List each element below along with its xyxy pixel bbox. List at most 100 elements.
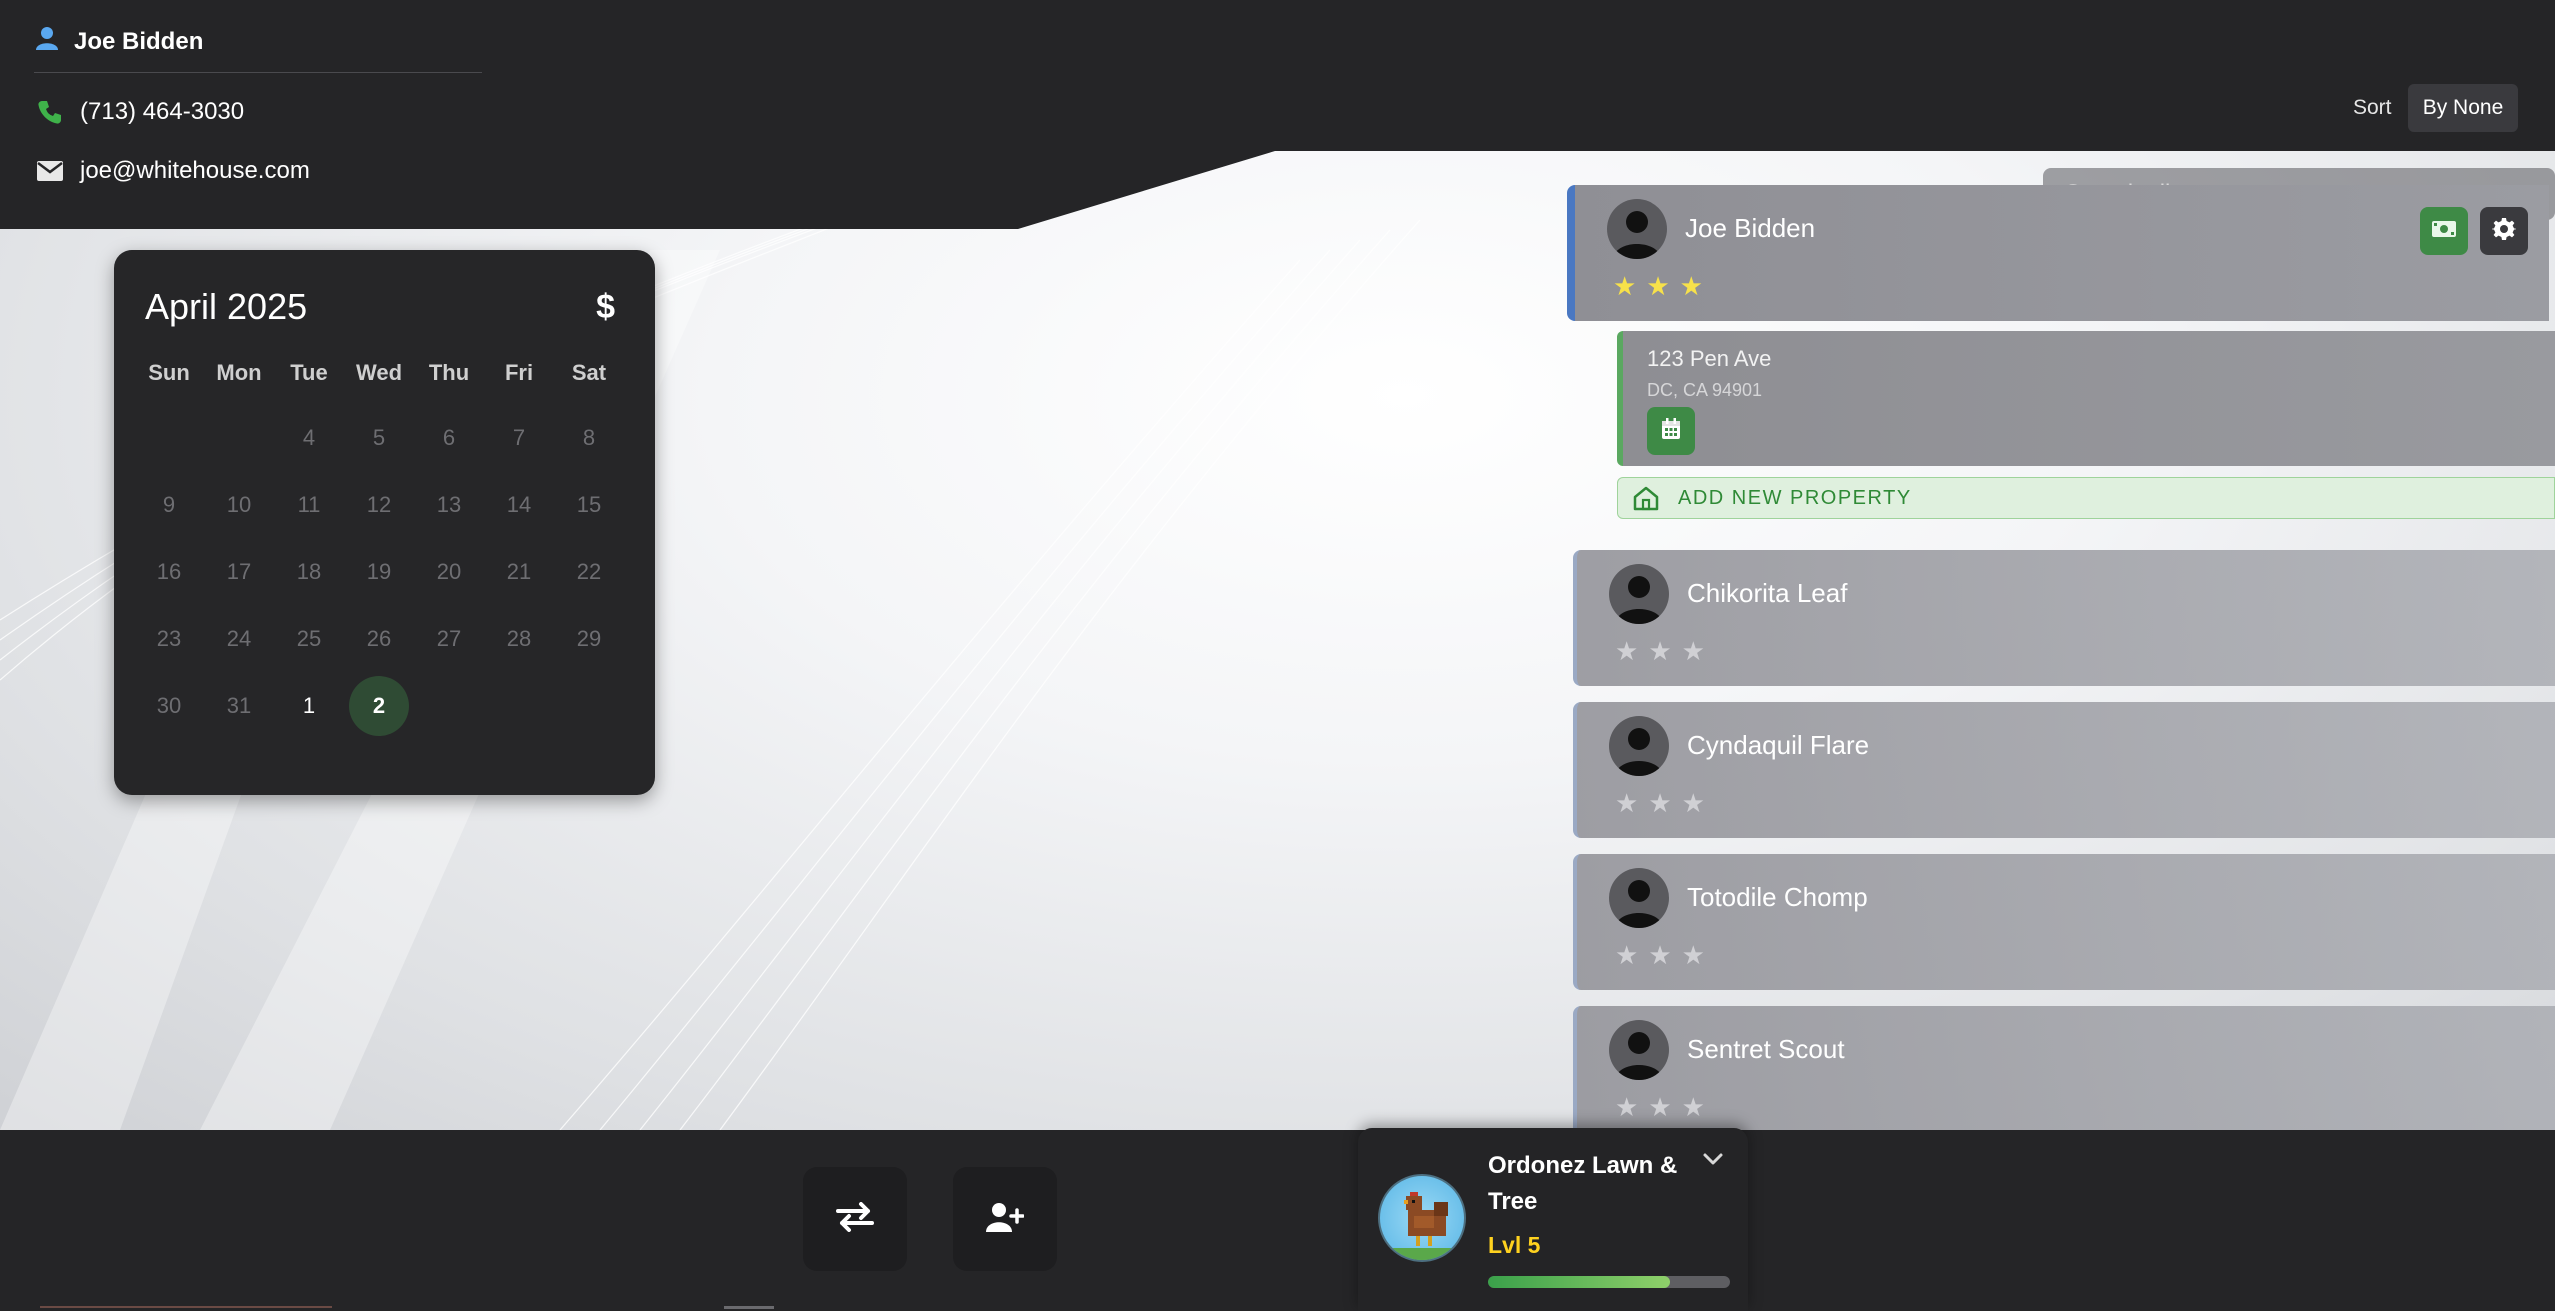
chevron-down-icon[interactable]	[1702, 1152, 1724, 1171]
sort-button[interactable]: By None	[2408, 84, 2518, 132]
calendar-day[interactable]: 23	[134, 609, 204, 669]
calendar-day[interactable]: 19	[344, 542, 414, 602]
header-client-name: Joe Bidden	[74, 27, 204, 55]
calendar-day[interactable]: 2	[344, 676, 414, 736]
company-name: Ordonez Lawn & Tree	[1488, 1152, 1678, 1215]
avatar	[1607, 199, 1667, 259]
star-icon[interactable]: ★	[1646, 271, 1669, 302]
calendar-day[interactable]: 25	[274, 609, 344, 669]
header-email[interactable]: joe@whitehouse.com	[80, 157, 310, 185]
calendar-day[interactable]: 17	[204, 542, 274, 602]
header-phone-row[interactable]: (713) 464-3030	[36, 98, 244, 126]
star-icon[interactable]: ★	[1648, 1092, 1671, 1123]
calendar-day[interactable]: 28	[484, 609, 554, 669]
star-icon[interactable]: ★	[1615, 788, 1638, 819]
client-card[interactable]: Totodile Chomp ★ ★ ★	[1573, 854, 2555, 990]
company-panel[interactable]: Ordonez Lawn & Tree Lvl 5	[1358, 1128, 1748, 1311]
client-card[interactable]: Joe Bidden ★ ★ ★	[1567, 185, 2549, 321]
client-name: Cyndaquil Flare	[1687, 730, 1870, 760]
calendar-currency-toggle[interactable]: $	[596, 288, 615, 327]
star-icon[interactable]: ★	[1615, 636, 1638, 667]
client-card[interactable]: Cyndaquil Flare ★ ★ ★	[1573, 702, 2555, 838]
calendar-day[interactable]: 15	[554, 475, 624, 535]
calendar-week-row: 30 31 1 2	[114, 676, 655, 736]
star-icon[interactable]: ★	[1648, 788, 1671, 819]
rating-stars[interactable]: ★ ★ ★	[1613, 271, 1703, 302]
calendar-day[interactable]: 14	[484, 475, 554, 535]
calendar-today-marker[interactable]: 2	[349, 676, 409, 736]
weekday-label: Sun	[148, 360, 190, 385]
sort-label: Sort	[2353, 96, 2392, 119]
star-icon[interactable]: ★	[1682, 788, 1705, 819]
calendar-day[interactable]: 26	[344, 609, 414, 669]
star-icon[interactable]: ★	[1682, 940, 1705, 971]
calendar-day[interactable]: 16	[134, 542, 204, 602]
calendar-day[interactable]: 7	[484, 408, 554, 468]
calendar-day[interactable]: 30	[134, 676, 204, 736]
client-card[interactable]: Chikorita Leaf ★ ★ ★	[1573, 550, 2555, 686]
company-level: Lvl 5	[1488, 1232, 1541, 1258]
calendar-day[interactable]: 1	[274, 676, 344, 736]
calendar-day[interactable]: 27	[414, 609, 484, 669]
header-phone[interactable]: (713) 464-3030	[80, 98, 244, 126]
avatar	[1609, 868, 1669, 928]
swap-icon	[836, 1201, 874, 1237]
client-name: Totodile Chomp	[1687, 882, 1868, 912]
client-card[interactable]: Sentret Scout ★ ★ ★	[1573, 1006, 2555, 1142]
rating-stars[interactable]: ★ ★ ★	[1615, 1092, 1705, 1123]
schedule-property-button[interactable]	[1647, 407, 1695, 455]
header-divider	[34, 72, 482, 73]
calendar-day[interactable]: 18	[274, 542, 344, 602]
star-icon[interactable]: ★	[1613, 271, 1636, 302]
calendar-day[interactable]: 8	[554, 408, 624, 468]
calendar-day[interactable]: 11	[274, 475, 344, 535]
weekday-label: Mon	[216, 360, 262, 385]
client-settings-button[interactable]	[2480, 207, 2528, 255]
calendar-day[interactable]: 24	[204, 609, 274, 669]
calendar-day[interactable]: 21	[484, 542, 554, 602]
header-email-row[interactable]: joe@whitehouse.com	[36, 157, 310, 185]
calendar-day	[134, 408, 204, 468]
calendar-day[interactable]: 9	[134, 475, 204, 535]
add-user-icon	[986, 1202, 1025, 1237]
avatar	[1609, 564, 1669, 624]
calendar-day[interactable]: 20	[414, 542, 484, 602]
weekday-label: Thu	[428, 360, 470, 385]
avatar	[1609, 716, 1669, 776]
swap-button[interactable]	[803, 1167, 907, 1271]
calendar-day[interactable]: 5	[344, 408, 414, 468]
weekday-label: Tue	[290, 360, 328, 385]
user-icon	[36, 26, 58, 57]
star-icon[interactable]: ★	[1615, 1092, 1638, 1123]
calendar-day[interactable]: 12	[344, 475, 414, 535]
add-property-button[interactable]: ADD NEW PROPERTY	[1617, 477, 2555, 519]
calendar-day[interactable]: 6	[414, 408, 484, 468]
star-icon[interactable]: ★	[1682, 636, 1705, 667]
calendar-day[interactable]: 10	[204, 475, 274, 535]
payment-button[interactable]	[2420, 207, 2468, 255]
rating-stars[interactable]: ★ ★ ★	[1615, 788, 1705, 819]
property-card[interactable]: 123 Pen Ave DC, CA 94901	[1617, 331, 2555, 466]
calendar-day[interactable]: 13	[414, 475, 484, 535]
rating-stars[interactable]: ★ ★ ★	[1615, 940, 1705, 971]
weekday-label: Fri	[504, 360, 534, 385]
star-icon[interactable]: ★	[1648, 940, 1671, 971]
calendar-day[interactable]: 4	[274, 408, 344, 468]
xp-progress-bar	[1488, 1276, 1730, 1288]
weekday-label: Sat	[571, 360, 607, 385]
phone-icon	[36, 99, 64, 125]
star-icon[interactable]: ★	[1680, 271, 1703, 302]
calendar-day[interactable]: 31	[204, 676, 274, 736]
add-client-button[interactable]	[953, 1167, 1057, 1271]
property-street: 123 Pen Ave	[1647, 346, 1772, 371]
calendar-day[interactable]: 22	[554, 542, 624, 602]
calendar-day	[554, 676, 624, 736]
calendar-month-title: April 2025	[145, 286, 308, 327]
calendar-day[interactable]: 29	[554, 609, 624, 669]
money-icon	[2431, 220, 2457, 243]
star-icon[interactable]: ★	[1615, 940, 1638, 971]
star-icon[interactable]: ★	[1648, 636, 1671, 667]
envelope-icon	[36, 160, 64, 182]
rating-stars[interactable]: ★ ★ ★	[1615, 636, 1705, 667]
star-icon[interactable]: ★	[1682, 1092, 1705, 1123]
